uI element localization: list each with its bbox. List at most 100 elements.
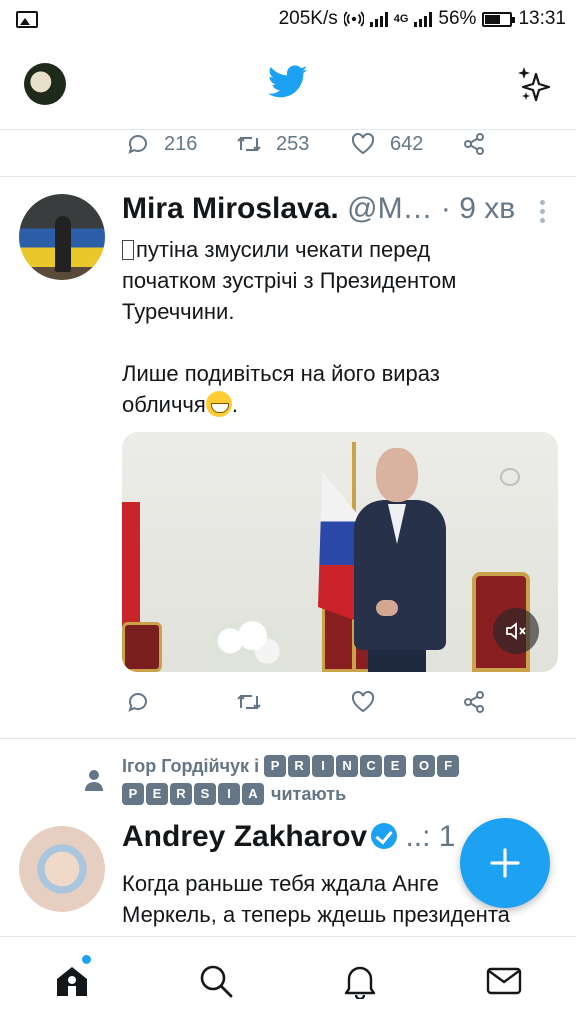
share-button[interactable] <box>462 690 486 714</box>
tweet-actions <box>0 678 576 730</box>
reply-button[interactable] <box>126 690 150 714</box>
like-count: 642 <box>390 132 424 155</box>
letter-tile: E <box>384 755 407 777</box>
network-speed: 205K/s <box>278 8 338 29</box>
status-bar: 205K/s 4G 56% 13:31 <box>0 0 576 38</box>
author-avatar[interactable] <box>19 194 105 280</box>
hotspot-icon <box>343 11 364 27</box>
person-icon <box>85 770 103 791</box>
watermark-icon <box>500 468 520 486</box>
retweet-button[interactable]: 253 <box>236 132 309 156</box>
tweet-text-line: Меркель, а теперь ждешь президента <box>122 902 510 927</box>
reply-button[interactable]: 216 <box>126 132 197 156</box>
letter-tile: I <box>218 783 240 805</box>
mute-button[interactable] <box>493 608 539 654</box>
verified-badge-icon <box>371 823 398 849</box>
gallery-notification-icon <box>16 10 38 28</box>
person-hands <box>376 600 398 616</box>
retweet-count: 253 <box>276 132 310 155</box>
heart-icon <box>351 132 375 155</box>
letter-tile: C <box>360 755 383 777</box>
social-context-suffix: читають <box>271 784 347 804</box>
share-button[interactable] <box>462 132 486 156</box>
like-button[interactable]: 642 <box>350 132 423 156</box>
letter-tile: E <box>146 783 168 805</box>
letter-tile: P <box>264 755 287 777</box>
persia-tiles: PERSIA <box>122 783 266 805</box>
author-handle: ..: 1 <box>405 820 456 853</box>
letter-tile: A <box>242 783 264 805</box>
previous-tweet-actions: 216 253 642 <box>0 130 576 176</box>
retweet-icon <box>237 694 261 710</box>
signal-icon-2 <box>414 11 433 27</box>
bell-icon <box>344 966 376 999</box>
tweet-text-line: початком зустрічі з Президентом <box>122 268 457 293</box>
mail-icon <box>486 967 522 995</box>
tweet-text-line: Когда раньше тебя ждала Анге <box>122 871 439 896</box>
more-options-icon[interactable] <box>540 200 546 223</box>
sparkle-icon[interactable] <box>514 64 554 104</box>
author-name[interactable]: Andrey Zakharov <box>122 820 367 853</box>
tweet-text-line: Туреччини. <box>122 299 235 324</box>
clock: 13:31 <box>518 8 566 29</box>
author-handle: @M… <box>347 192 433 225</box>
divider <box>0 738 576 739</box>
letter-tile: R <box>288 755 311 777</box>
tweet-text-line: Лише подивіться на його вираз <box>122 361 440 386</box>
reply-icon <box>128 693 147 712</box>
like-button[interactable] <box>350 690 376 714</box>
letter-tile: R <box>170 783 192 805</box>
missing-glyph-icon <box>122 240 134 260</box>
twitter-bird-icon <box>268 65 308 98</box>
heart-icon <box>351 690 375 713</box>
social-context[interactable]: Ігор Гордійчук і PRINCE OF PERSIA читают… <box>0 748 576 812</box>
tweet-text: путіна змусили чекати перед початком зус… <box>122 234 552 420</box>
tweet-text-tail: . <box>231 392 238 417</box>
letter-tile: I <box>312 755 335 777</box>
battery-icon <box>482 11 516 27</box>
flower-arrangement <box>208 620 282 672</box>
signal-icon <box>369 11 388 27</box>
share-icon <box>464 691 484 713</box>
tweet-text-line: путіна змусили чекати перед <box>136 237 431 262</box>
battery-fill <box>485 14 500 24</box>
social-context-text: Ігор Гордійчук і PRINCE OF PERSIA читают… <box>122 752 482 808</box>
tweet-video[interactable] <box>122 432 558 672</box>
letter-tile: S <box>194 783 216 805</box>
nav-home[interactable] <box>52 961 92 1001</box>
home-icon <box>57 967 87 996</box>
share-icon <box>464 133 484 155</box>
retweet-icon <box>237 136 261 152</box>
author-avatar[interactable] <box>19 826 105 912</box>
app-header <box>0 38 576 130</box>
speaker-muted-icon <box>506 622 526 640</box>
reply-count: 216 <box>164 132 198 155</box>
author-name[interactable]: Mira Miroslava. <box>122 192 339 225</box>
letter-tile: O <box>413 755 436 777</box>
prince-tiles: PRINCE <box>264 755 408 777</box>
retweet-button[interactable] <box>236 690 262 714</box>
tweet[interactable]: Mira Miroslava. @M… · 9 хв путіна змусил… <box>0 178 576 738</box>
letter-tile: N <box>336 755 359 777</box>
chair <box>122 622 162 672</box>
nav-messages[interactable] <box>484 961 524 1001</box>
tweet-time: · 9 хв <box>432 192 516 225</box>
nav-search[interactable] <box>196 961 236 1001</box>
follower-name: Ігор Гордійчук і <box>122 756 260 776</box>
letter-tile: P <box>122 783 144 805</box>
tweet-header: Mira Miroslava. @M… · 9 хв <box>122 192 542 226</box>
of-tiles: OF <box>413 755 461 777</box>
notification-dot <box>82 955 91 964</box>
search-icon <box>200 965 233 998</box>
profile-avatar[interactable] <box>24 63 66 105</box>
compose-tweet-button[interactable] <box>460 818 550 908</box>
nav-notifications[interactable] <box>340 961 380 1001</box>
plus-icon <box>490 848 520 878</box>
grinning-emoji-icon <box>205 391 232 417</box>
battery-percent: 56% <box>438 8 477 29</box>
person-head <box>376 448 418 502</box>
bottom-navigation <box>0 936 576 1024</box>
reply-icon <box>128 135 147 154</box>
divider <box>0 176 576 177</box>
network-type: 4G <box>393 13 409 25</box>
